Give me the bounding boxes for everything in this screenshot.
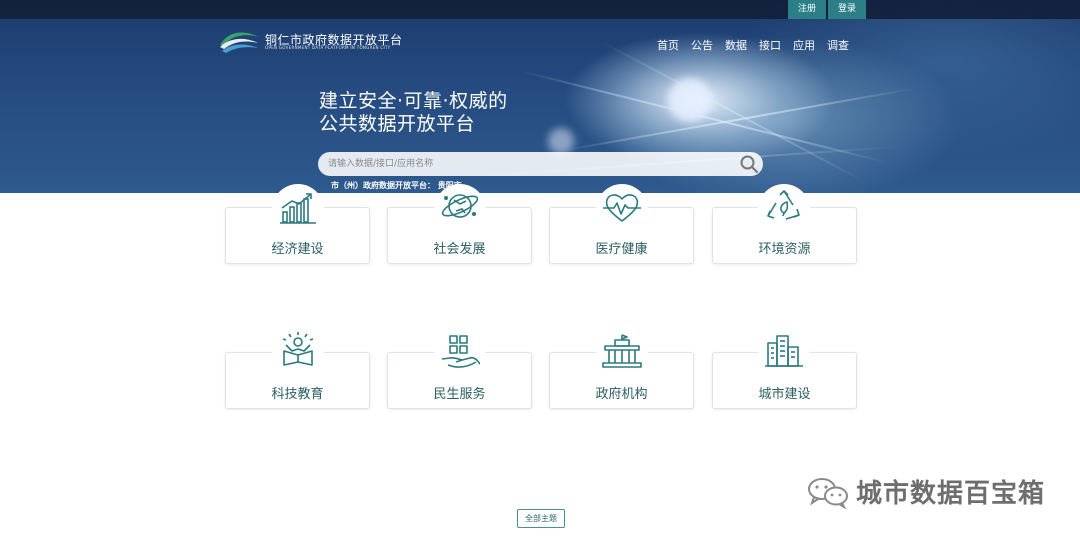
nav-item-announcements[interactable]: 公告 xyxy=(691,37,713,53)
login-button[interactable]: 登录 xyxy=(828,0,866,19)
search-icon[interactable] xyxy=(739,154,759,174)
search-bar xyxy=(318,152,763,176)
nav-item-data[interactable]: 数据 xyxy=(725,37,747,53)
nav-item-api[interactable]: 接口 xyxy=(759,37,781,53)
hero-title-line: 公共数据开放平台 xyxy=(319,113,476,135)
service-hand-icon xyxy=(441,335,480,368)
category-label: 城市建设 xyxy=(758,387,811,402)
page: 注册 登录 铜仁市政府数据开放平台 OPEN GOVERNMENT DATA P… xyxy=(0,0,1080,538)
category-label: 民生服务 xyxy=(433,387,486,402)
category-label: 科技教育 xyxy=(271,387,324,402)
main-nav: 首页 公告 数据 接口 应用 调查 xyxy=(657,37,861,53)
watermark-text: 城市数据百宝箱 xyxy=(856,479,1046,509)
nav-item-home[interactable]: 首页 xyxy=(657,37,679,53)
environment-recycle-icon xyxy=(767,190,800,220)
health-heartbeat-icon xyxy=(603,194,641,222)
education-book-icon xyxy=(282,332,314,366)
category-label: 政府机构 xyxy=(595,387,648,402)
category-label: 环境资源 xyxy=(758,242,811,257)
city-buildings-icon xyxy=(765,335,803,367)
top-bar xyxy=(0,0,1080,19)
site-subtitle: OPEN GOVERNMENT DATA PLATFORM IN TONGREN… xyxy=(265,45,391,50)
government-building-icon xyxy=(602,334,642,368)
nav-item-apps[interactable]: 应用 xyxy=(793,37,815,53)
watermark: 城市数据百宝箱 xyxy=(806,473,1045,510)
wechat-logo-icon xyxy=(808,477,848,509)
all-topics-button[interactable]: 全部主题 xyxy=(517,509,565,528)
search-input[interactable] xyxy=(328,155,728,173)
economy-chart-icon xyxy=(280,193,316,224)
nav-item-survey[interactable]: 调查 xyxy=(827,37,849,53)
category-label: 经济建设 xyxy=(271,242,324,257)
site-logo-icon[interactable] xyxy=(218,27,260,53)
hero-title: 建立安全·可靠·权威的 公共数据开放平台 xyxy=(319,90,508,136)
category-label: 社会发展 xyxy=(433,242,486,257)
register-button[interactable]: 注册 xyxy=(788,0,826,19)
hero-banner: 注册 登录 铜仁市政府数据开放平台 OPEN GOVERNMENT DATA P… xyxy=(0,0,1080,193)
category-label: 医疗健康 xyxy=(595,242,648,257)
hero-title-line: 建立安全·可靠·权威的 xyxy=(319,90,508,112)
hero-light-streak xyxy=(559,87,915,152)
society-globe-icon xyxy=(441,194,479,218)
